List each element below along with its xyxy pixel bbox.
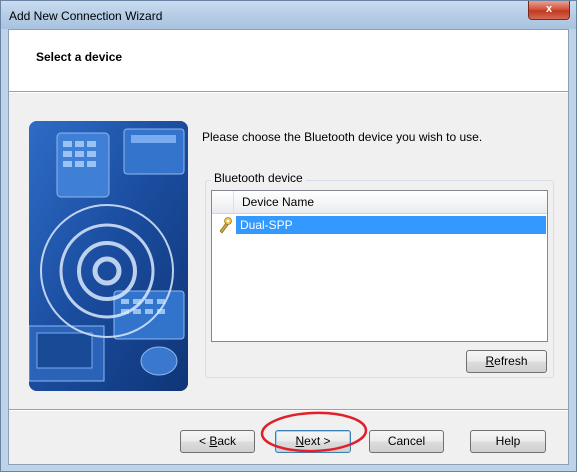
- header-divider: [9, 92, 568, 93]
- next-label-mnemonic: N: [295, 434, 305, 448]
- window-title: Add New Connection Wizard: [9, 9, 163, 23]
- column-header-device-name[interactable]: Device Name: [212, 191, 547, 214]
- refresh-label-mnemonic: R: [485, 354, 495, 368]
- refresh-button[interactable]: Refresh: [466, 350, 547, 373]
- back-label-prefix: <: [198, 434, 210, 448]
- next-button[interactable]: Next >: [275, 430, 351, 453]
- title-bar[interactable]: Add New Connection Wizard x: [1, 1, 576, 29]
- device-name: Dual-SPP: [240, 218, 293, 232]
- wizard-window: Add New Connection Wizard x Select a dev…: [0, 0, 577, 472]
- refresh-label-rest: efresh: [494, 354, 528, 368]
- device-list[interactable]: Device Name Dual-SPP: [211, 190, 548, 342]
- close-icon: x: [545, 3, 553, 15]
- wizard-illustration: [29, 121, 188, 391]
- back-label-rest: ack: [217, 434, 237, 448]
- next-label-rest: ext >: [304, 434, 331, 448]
- bluetooth-device-icon: [219, 217, 232, 234]
- list-item[interactable]: Dual-SPP: [212, 215, 547, 235]
- help-button[interactable]: Help: [470, 430, 546, 453]
- close-button[interactable]: x: [528, 1, 570, 20]
- page-title: Select a device: [36, 50, 123, 64]
- column-header-label: Device Name: [242, 195, 315, 209]
- back-button[interactable]: < Back: [180, 430, 255, 453]
- wizard-client-area: Select a device Please choose the Blueto…: [8, 29, 569, 465]
- group-legend: Bluetooth device: [211, 171, 306, 185]
- column-header-icon: [212, 191, 234, 213]
- footer-divider-highlight: [9, 410, 568, 411]
- devices-illustration-icon: [29, 121, 188, 391]
- wizard-header: Select a device: [9, 30, 568, 92]
- instruction-text: Please choose the Bluetooth device you w…: [202, 130, 483, 144]
- cancel-button[interactable]: Cancel: [369, 430, 444, 453]
